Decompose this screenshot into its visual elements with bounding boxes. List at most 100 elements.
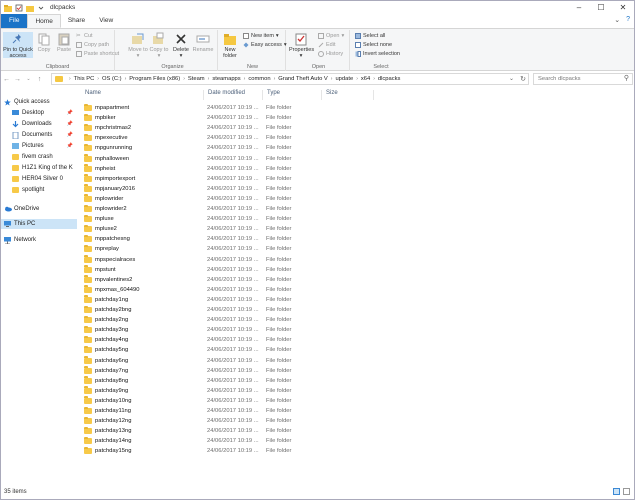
refresh-icon[interactable]: ↻: [520, 75, 526, 83]
column-divider[interactable]: [321, 90, 322, 100]
properties-button[interactable]: Properties ▾: [289, 32, 314, 59]
file-row[interactable]: mpheist 24/06/2017 10:19 ... File folder: [84, 164, 291, 174]
file-row[interactable]: patchday3ng 24/06/2017 10:19 ... File fold…: [84, 325, 291, 335]
help-icon[interactable]: ?: [626, 16, 630, 24]
select-none-button[interactable]: Select none: [355, 42, 392, 48]
collapse-ribbon-icon[interactable]: ⌄: [614, 16, 620, 24]
easy-access-button[interactable]: Easy access ▾: [243, 42, 287, 48]
breadcrumb-this-pc[interactable]: This PC: [74, 76, 95, 82]
nav-spotlight[interactable]: spotlight: [12, 185, 77, 195]
file-row[interactable]: mpspecialraces 24/06/2017 10:19 ... File f…: [84, 255, 291, 265]
nav-this-pc[interactable]: This PC: [1, 219, 77, 229]
copy-to-button[interactable]: Copy to ▾: [149, 32, 169, 59]
file-row[interactable]: patchday4ng 24/06/2017 10:19 ... File fold…: [84, 335, 291, 345]
file-row[interactable]: mpchristmas2 24/06/2017 10:19 ... File fol…: [84, 123, 291, 133]
file-row[interactable]: mpjanuary2016 24/06/2017 10:19 ... File fo…: [84, 184, 291, 194]
file-row[interactable]: mpluxe 24/06/2017 10:19 ... File folder: [84, 214, 291, 224]
file-row[interactable]: patchday9ng 24/06/2017 10:19 ... File fold…: [84, 386, 291, 396]
file-row[interactable]: patchday10ng 24/06/2017 10:19 ... File fol…: [84, 396, 291, 406]
file-row[interactable]: mpvalentines2 24/06/2017 10:19 ... File fo…: [84, 275, 291, 285]
file-row[interactable]: patchday14ng 24/06/2017 10:19 ... File fol…: [84, 436, 291, 446]
file-row[interactable]: patchday2bng 24/06/2017 10:19 ... File fol…: [84, 305, 291, 315]
file-row[interactable]: patchday12ng 24/06/2017 10:19 ... File fol…: [84, 416, 291, 426]
tab-share[interactable]: Share: [61, 14, 92, 28]
details-view-icon[interactable]: [613, 488, 620, 495]
breadcrumb-steam[interactable]: Steam: [188, 76, 205, 82]
breadcrumb-dlcpacks[interactable]: dlcpacks: [378, 76, 401, 82]
maximize-button[interactable]: ☐: [590, 1, 612, 14]
recent-locations-button[interactable]: ⌄: [23, 76, 34, 82]
file-row[interactable]: mpxmas_604490 24/06/2017 10:19 ... File fo…: [84, 285, 291, 295]
breadcrumb-x64[interactable]: x64: [361, 76, 370, 82]
new-item-button[interactable]: New item ▾: [243, 33, 279, 39]
open-button[interactable]: Open ▾: [318, 33, 344, 39]
column-divider[interactable]: [262, 90, 263, 100]
file-row[interactable]: patchday6ng 24/06/2017 10:19 ... File fold…: [84, 356, 291, 366]
pin-quick-access-button[interactable]: Pin to Quick access: [3, 32, 33, 59]
nav-network[interactable]: Network: [4, 235, 80, 245]
back-button[interactable]: ←: [1, 76, 12, 83]
nav-hero4[interactable]: HER04 Silver 0: [12, 174, 77, 184]
file-row[interactable]: mplowrider2 24/06/2017 10:19 ... File fold…: [84, 204, 291, 214]
file-row[interactable]: patchday11ng 24/06/2017 10:19 ... File fol…: [84, 406, 291, 416]
copy-button[interactable]: Copy: [35, 32, 53, 53]
nav-onedrive[interactable]: OneDrive: [4, 204, 80, 214]
tab-file[interactable]: File: [1, 14, 28, 28]
rename-button[interactable]: Rename: [192, 32, 214, 53]
customize-qa-icon[interactable]: [37, 4, 45, 12]
tab-view[interactable]: View: [92, 14, 120, 28]
cut-button[interactable]: ✂ Cut: [76, 33, 93, 39]
file-row[interactable]: patchday7ng 24/06/2017 10:19 ... File fold…: [84, 366, 291, 376]
file-row[interactable]: mpexecutive 24/06/2017 10:19 ... File fold…: [84, 133, 291, 143]
nav-downloads[interactable]: Downloads 📌: [12, 119, 77, 129]
close-button[interactable]: ✕: [612, 1, 634, 14]
breadcrumb-steamapps[interactable]: steamapps: [212, 76, 240, 82]
nav-quick-access[interactable]: Quick access: [4, 97, 80, 107]
column-header-date[interactable]: Date modified: [208, 90, 245, 96]
breadcrumb-common[interactable]: common: [248, 76, 270, 82]
breadcrumb-program-files[interactable]: Program Files (x86): [129, 76, 180, 82]
large-icons-view-icon[interactable]: [623, 488, 630, 495]
search-box[interactable]: Search dlcpacks ⚲: [533, 73, 633, 85]
minimize-button[interactable]: –: [568, 1, 590, 14]
column-divider[interactable]: [373, 90, 374, 100]
copy-path-button[interactable]: Copy path: [76, 42, 109, 48]
file-row[interactable]: patchday2ng 24/06/2017 10:19 ... File fold…: [84, 315, 291, 325]
paste-shortcut-button[interactable]: Paste shortcut: [76, 51, 119, 57]
nav-desktop[interactable]: Desktop 📌: [12, 108, 77, 118]
history-button[interactable]: History: [318, 51, 343, 57]
file-row[interactable]: mpreplay 24/06/2017 10:19 ... File folder: [84, 244, 291, 254]
address-dropdown-icon[interactable]: ⌄: [509, 75, 514, 82]
column-header-name[interactable]: Name: [85, 90, 101, 96]
new-folder-qa-icon[interactable]: [26, 4, 34, 12]
file-row[interactable]: mphalloween 24/06/2017 10:19 ... File fold…: [84, 154, 291, 164]
tab-home[interactable]: Home: [27, 14, 61, 28]
breadcrumb-gta-v[interactable]: Grand Theft Auto V: [278, 76, 328, 82]
column-header-size[interactable]: Size: [326, 90, 338, 96]
move-to-button[interactable]: Move to ▾: [128, 32, 148, 59]
new-folder-button[interactable]: New folder: [221, 32, 239, 59]
forward-button[interactable]: →: [12, 76, 23, 83]
file-row[interactable]: mplowrider 24/06/2017 10:19 ... File folde…: [84, 194, 291, 204]
file-row[interactable]: mpluxe2 24/06/2017 10:19 ... File folder: [84, 224, 291, 234]
file-row[interactable]: mpimportexport 24/06/2017 10:19 ... File f…: [84, 174, 291, 184]
invert-selection-button[interactable]: Invert selection: [355, 51, 400, 57]
file-row[interactable]: patchday13ng 24/06/2017 10:19 ... File fol…: [84, 426, 291, 436]
properties-qa-icon[interactable]: [15, 4, 23, 12]
column-divider[interactable]: [203, 90, 204, 100]
file-row[interactable]: patchday1ng 24/06/2017 10:19 ... File fold…: [84, 295, 291, 305]
nav-fivem-crash[interactable]: fivem crash: [12, 152, 77, 162]
paste-button[interactable]: Paste: [55, 32, 73, 53]
nav-h1z1[interactable]: H1Z1 King of the K: [12, 163, 77, 173]
breadcrumb-os-c[interactable]: OS (C:): [102, 76, 122, 82]
edit-button[interactable]: Edit: [318, 42, 335, 48]
file-row[interactable]: patchday15ng 24/06/2017 10:19 ... File fol…: [84, 446, 291, 456]
breadcrumb-update[interactable]: update: [335, 76, 353, 82]
file-row[interactable]: mpbiker 24/06/2017 10:19 ... File folder: [84, 113, 291, 123]
address-bar[interactable]: › This PC › OS (C:) › Program Files (x86) ›…: [51, 73, 529, 85]
up-button[interactable]: ↑: [34, 76, 45, 83]
column-header-type[interactable]: Type: [267, 90, 280, 96]
nav-documents[interactable]: Documents 📌: [12, 130, 77, 140]
file-row[interactable]: mppatchesng 24/06/2017 10:19 ... File fold…: [84, 234, 291, 244]
file-row[interactable]: mpgunrunning 24/06/2017 10:19 ... File fol…: [84, 143, 291, 153]
